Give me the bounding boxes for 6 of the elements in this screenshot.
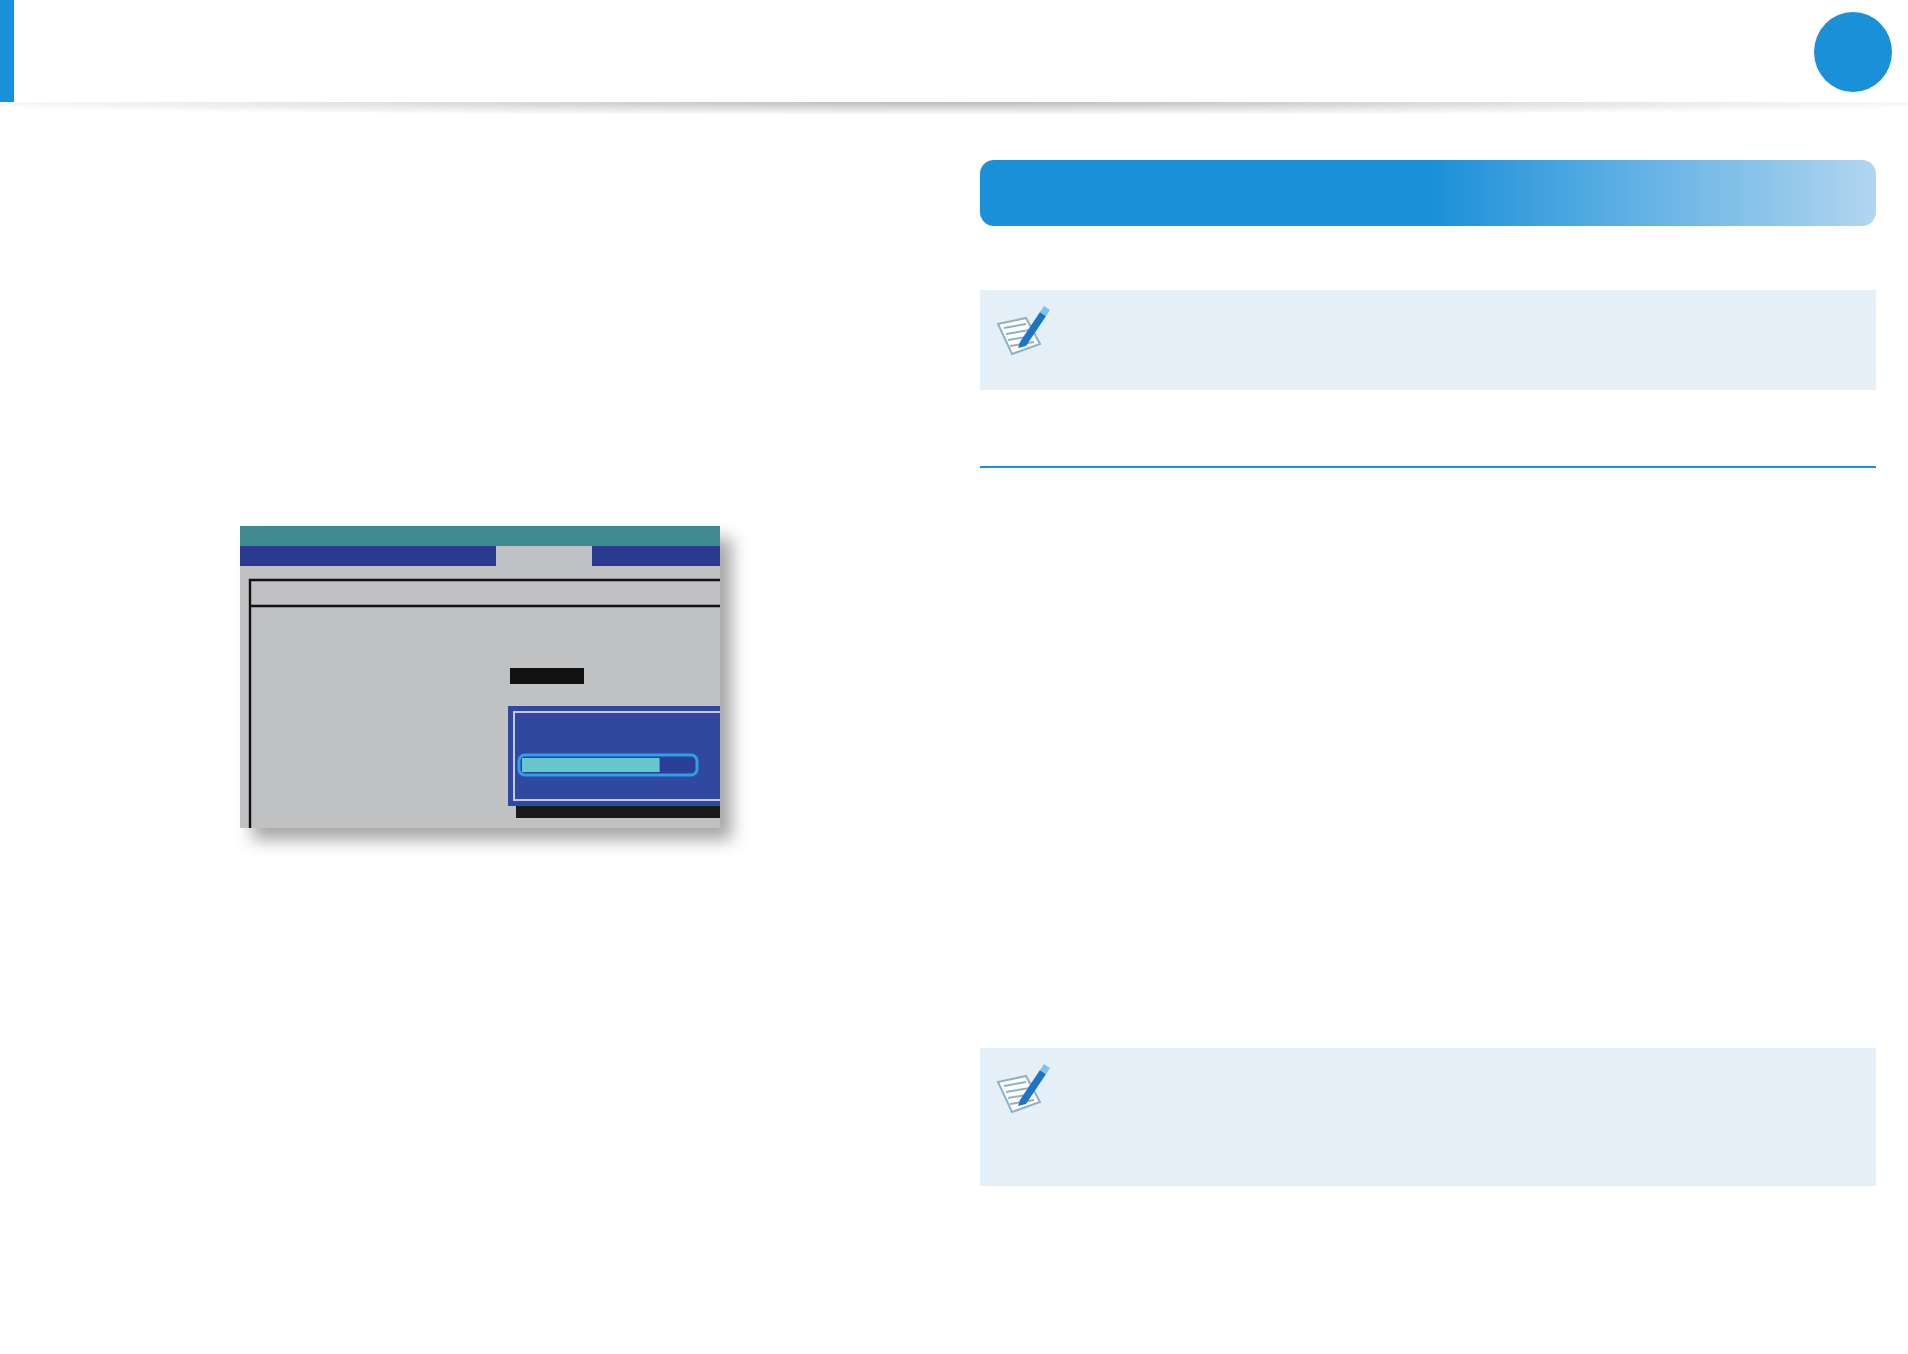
header-accent-bar	[0, 0, 14, 104]
page-badge	[1814, 12, 1892, 92]
note-icon	[996, 1062, 1050, 1114]
menu-bar	[592, 546, 720, 566]
highlighted-field	[510, 668, 584, 684]
note-icon	[996, 304, 1050, 356]
